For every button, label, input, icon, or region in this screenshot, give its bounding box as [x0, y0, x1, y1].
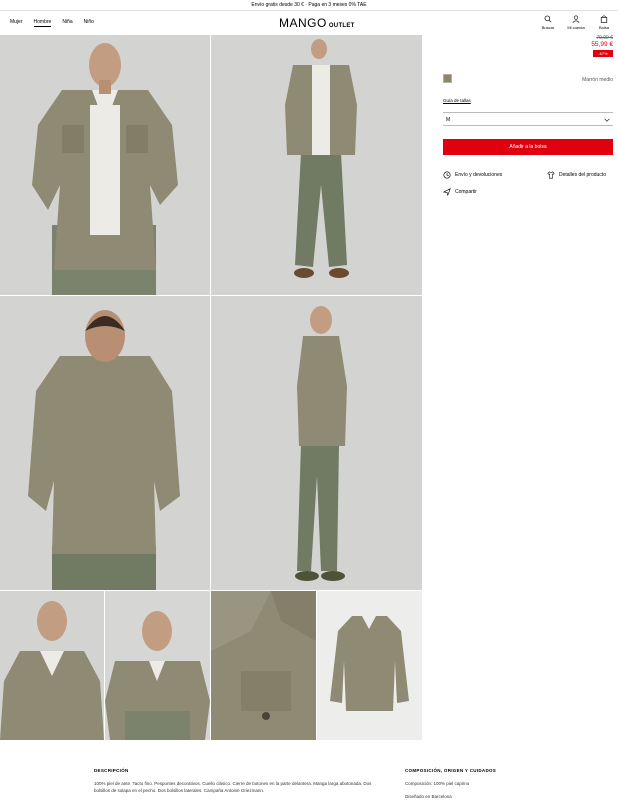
- shipping-label: Envío y devoluciones: [455, 172, 503, 178]
- product-photo-4[interactable]: [211, 296, 422, 590]
- nav-nina[interactable]: Niña: [62, 19, 72, 27]
- size-guide-link[interactable]: Guía de tallas: [443, 98, 471, 103]
- search-label: Buscar: [541, 25, 555, 30]
- share-label: Compartir: [455, 189, 477, 195]
- search-button[interactable]: Buscar: [538, 15, 558, 30]
- composition-column: COMPOSICIÓN, ORIGEN Y CUIDADOS Composici…: [405, 767, 605, 800]
- mango-outlet-logo[interactable]: MANGO OUTLET: [279, 16, 355, 30]
- share-link[interactable]: Compartir: [443, 188, 477, 196]
- add-to-bag-button[interactable]: Añadir a la bolsa: [443, 139, 613, 155]
- details-label: Detalles del producto: [559, 172, 606, 178]
- color-swatch[interactable]: [443, 74, 452, 83]
- description-text: 100% piel de ante. Tacto fino. Pespuntes…: [94, 781, 372, 793]
- nav-nino[interactable]: Niño: [84, 19, 94, 27]
- clock-icon: [443, 171, 451, 179]
- size-select[interactable]: M: [443, 112, 613, 126]
- promo-banner[interactable]: Envío gratis desde 30 € · Paga en 3 mese…: [0, 0, 618, 11]
- bag-button[interactable]: Bolsa: [594, 15, 614, 30]
- sale-price: 55,99 €: [591, 41, 613, 48]
- product-details-link[interactable]: Detalles del producto: [547, 171, 606, 179]
- product-photo-6[interactable]: [105, 591, 210, 740]
- description-column: DESCRIPCIÓN 100% piel de ante. Tacto fin…: [94, 767, 374, 794]
- nav-mujer[interactable]: Mujer: [10, 19, 23, 27]
- search-icon: [544, 15, 552, 23]
- color-name: Marrón medio: [582, 77, 613, 83]
- product-photo-8[interactable]: [317, 591, 422, 740]
- account-button[interactable]: Mi cuenta: [566, 15, 586, 30]
- logo-brand: MANGO: [279, 16, 327, 30]
- user-icon: [572, 15, 580, 23]
- origin-text: Diseñado en Barcelona: [405, 794, 452, 799]
- main-nav: Mujer Hombre Niña Niño: [10, 19, 94, 27]
- composition-heading: COMPOSICIÓN, ORIGEN Y CUIDADOS: [405, 768, 497, 773]
- shipping-returns-link[interactable]: Envío y devoluciones: [443, 171, 502, 179]
- product-photo-3[interactable]: [0, 296, 210, 590]
- nav-hombre[interactable]: Hombre: [33, 19, 52, 27]
- bag-label: Bolsa: [598, 25, 609, 30]
- product-photo-5[interactable]: [0, 591, 104, 740]
- header: Mujer Hombre Niña Niño MANGO OUTLET Busc…: [0, 11, 618, 35]
- size-selected: M: [446, 117, 451, 123]
- chevron-down-icon: [604, 118, 610, 122]
- tshirt-icon: [547, 171, 555, 179]
- product-photo-2[interactable]: [211, 35, 422, 295]
- product-photo-7[interactable]: [211, 591, 316, 740]
- share-icon: [443, 188, 451, 196]
- header-actions: Buscar Mi cuenta Bolsa: [538, 15, 614, 30]
- discount-badge: -67%: [593, 50, 613, 57]
- bag-icon: [600, 15, 608, 23]
- account-label: Mi cuenta: [567, 25, 585, 30]
- logo-sub: OUTLET: [328, 23, 355, 29]
- description-heading: DESCRIPCIÓN: [94, 768, 129, 773]
- description-section: DESCRIPCIÓN 100% piel de ante. Tacto fin…: [0, 740, 618, 800]
- composition-text: Composición: 100% piel caprino: [405, 781, 470, 786]
- product-photo-1[interactable]: [0, 35, 210, 295]
